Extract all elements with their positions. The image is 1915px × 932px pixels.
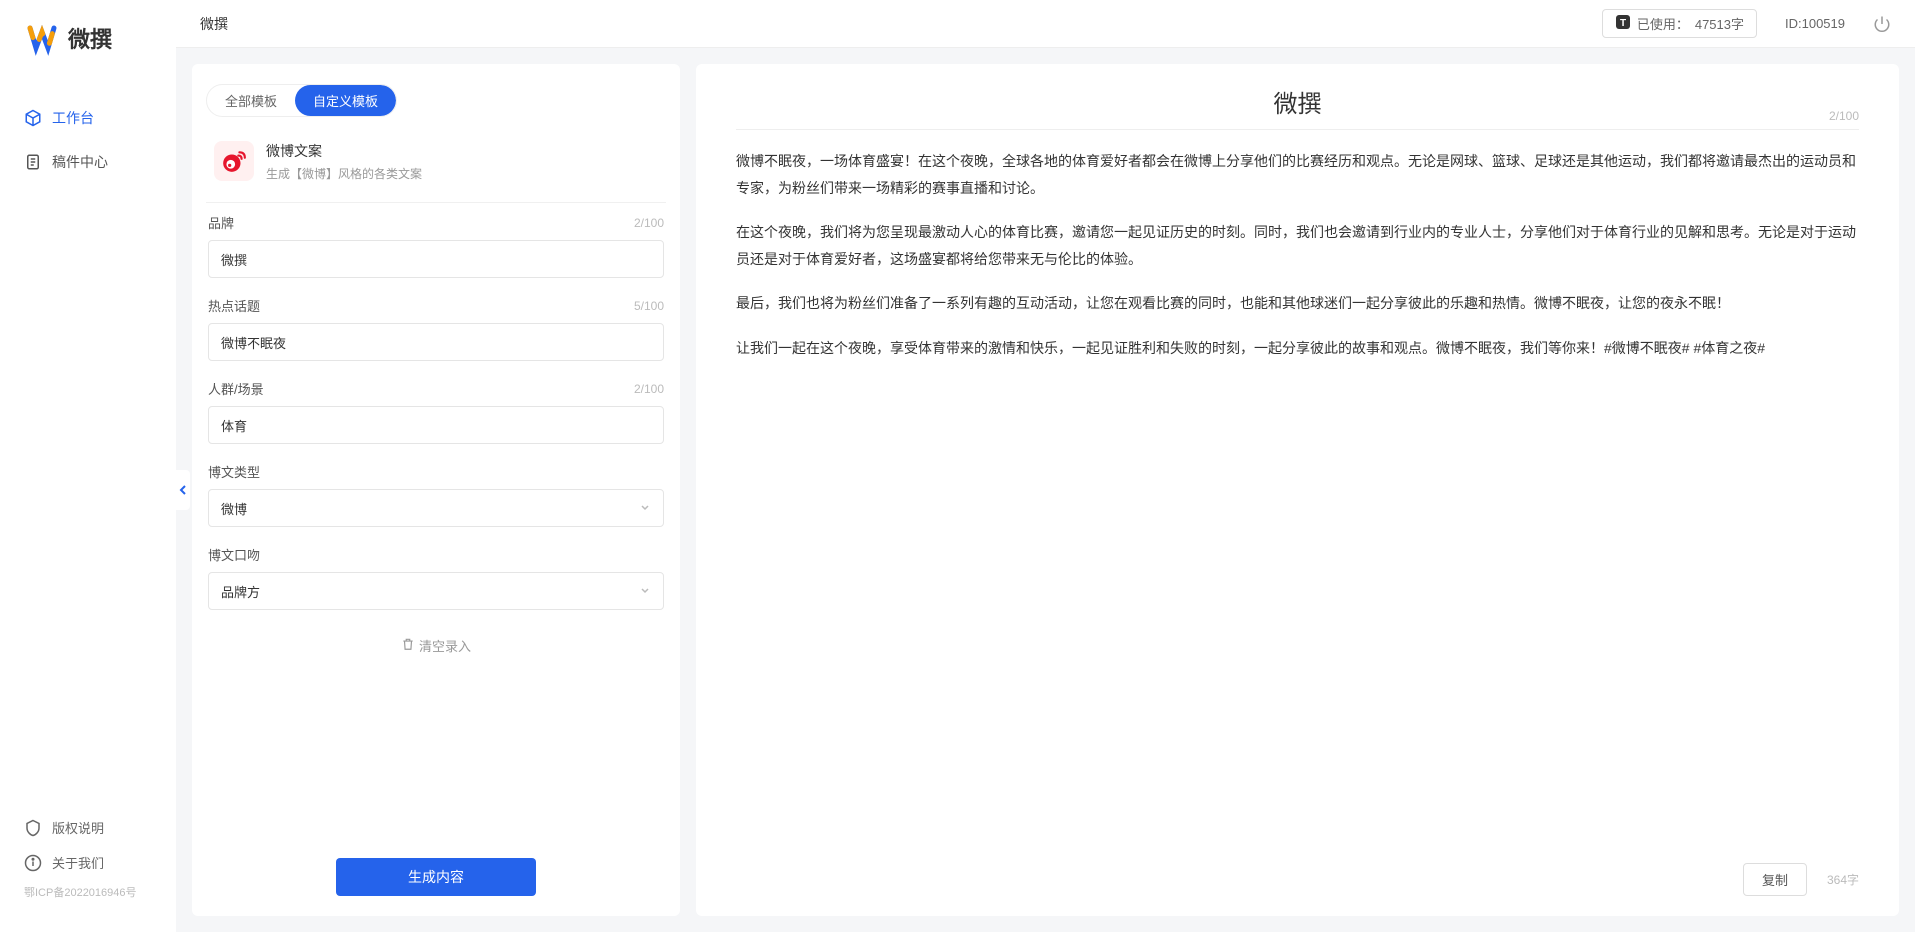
- output-counter: 2/100: [1829, 109, 1859, 123]
- nav-item-drafts[interactable]: 稿件中心: [0, 140, 176, 184]
- nav-item-copyright[interactable]: 版权说明: [0, 810, 176, 845]
- footer-nav: 版权说明 关于我们 鄂ICP备2022016946号: [0, 810, 176, 912]
- nav-label: 版权说明: [52, 818, 104, 837]
- chevron-down-icon: [639, 584, 651, 599]
- output-title: 微撰: [736, 84, 1859, 119]
- tab-all-templates[interactable]: 全部模板: [207, 85, 295, 116]
- output-panel: 微撰 2/100 微博不眠夜，一场体育盛宴！在这个夜晚，全球各地的体育爱好者都会…: [696, 64, 1899, 916]
- sidebar: 微撰 工作台 稿件中心 版权说明: [0, 0, 176, 932]
- chevron-down-icon: [639, 501, 651, 516]
- topic-counter: 5/100: [634, 299, 664, 313]
- info-icon: [24, 854, 42, 872]
- nav-label: 稿件中心: [52, 152, 108, 172]
- tone-value: 品牌方: [221, 582, 260, 601]
- topic-label: 热点话题: [208, 296, 260, 315]
- type-value: 微博: [221, 499, 247, 518]
- output-body: 微博不眠夜，一场体育盛宴！在这个夜晚，全球各地的体育爱好者都会在微博上分享他们的…: [736, 148, 1859, 380]
- audience-input[interactable]: [208, 406, 664, 444]
- output-paragraph: 在这个夜晚，我们将为您呈现最激动人心的体育比赛，邀请您一起见证历史的时刻。同时，…: [736, 219, 1859, 272]
- weibo-icon: [214, 141, 254, 181]
- logo-icon: [24, 20, 60, 56]
- copy-button[interactable]: 复制: [1743, 863, 1807, 896]
- shield-icon: [24, 819, 42, 837]
- usage-value: 47513字: [1695, 14, 1744, 33]
- cube-icon: [24, 109, 42, 127]
- user-id: ID:100519: [1785, 16, 1845, 31]
- topic-input[interactable]: [208, 323, 664, 361]
- collapse-handle[interactable]: [176, 470, 190, 510]
- header: 微撰 T 已使用： 47513字 ID:100519: [176, 0, 1915, 48]
- template-tabs: 全部模板 自定义模板: [206, 84, 397, 117]
- doc-icon: [24, 153, 42, 171]
- brand-input[interactable]: [208, 240, 664, 278]
- power-icon[interactable]: [1873, 15, 1891, 33]
- badge-t-icon: T: [1615, 14, 1631, 33]
- nav-label: 工作台: [52, 108, 94, 128]
- main-nav: 工作台 稿件中心: [0, 96, 176, 810]
- template-desc: 生成【微博】风格的各类文案: [266, 165, 422, 182]
- trash-icon: [401, 637, 415, 654]
- logo-text: 微撰: [68, 22, 112, 54]
- tone-select[interactable]: 品牌方: [208, 572, 664, 610]
- audience-label: 人群/场景: [208, 379, 264, 398]
- output-paragraph: 最后，我们也将为粉丝们准备了一系列有趣的互动活动，让您在观看比赛的同时，也能和其…: [736, 290, 1859, 317]
- form-panel: 全部模板 自定义模板 微博文案 生成【微博】风格的各类文案 品牌: [192, 64, 680, 916]
- char-count: 364字: [1827, 871, 1859, 888]
- svg-text:T: T: [1620, 18, 1626, 29]
- output-paragraph: 让我们一起在这个夜晚，享受体育带来的激情和快乐，一起见证胜利和失败的时刻，一起分…: [736, 335, 1859, 362]
- tone-label: 博文口吻: [208, 545, 260, 564]
- tab-custom-templates[interactable]: 自定义模板: [295, 85, 396, 116]
- clear-button[interactable]: 清空录入: [208, 628, 664, 663]
- usage-label: 已使用：: [1637, 14, 1689, 33]
- nav-item-workspace[interactable]: 工作台: [0, 96, 176, 140]
- nav-item-about[interactable]: 关于我们: [0, 845, 176, 880]
- template-title: 微博文案: [266, 141, 422, 161]
- clear-label: 清空录入: [419, 636, 471, 655]
- template-card: 微博文案 生成【微博】风格的各类文案: [206, 135, 666, 203]
- generate-button[interactable]: 生成内容: [336, 858, 536, 896]
- brand-counter: 2/100: [634, 216, 664, 230]
- audience-counter: 2/100: [634, 382, 664, 396]
- output-paragraph: 微博不眠夜，一场体育盛宴！在这个夜晚，全球各地的体育爱好者都会在微博上分享他们的…: [736, 148, 1859, 201]
- logo[interactable]: 微撰: [0, 20, 176, 96]
- usage-badge[interactable]: T 已使用： 47513字: [1602, 9, 1757, 38]
- type-label: 博文类型: [208, 462, 260, 481]
- nav-label: 关于我们: [52, 853, 104, 872]
- icp-text: 鄂ICP备2022016946号: [0, 880, 176, 904]
- brand-label: 品牌: [208, 213, 234, 232]
- header-title: 微撰: [200, 14, 228, 34]
- type-select[interactable]: 微博: [208, 489, 664, 527]
